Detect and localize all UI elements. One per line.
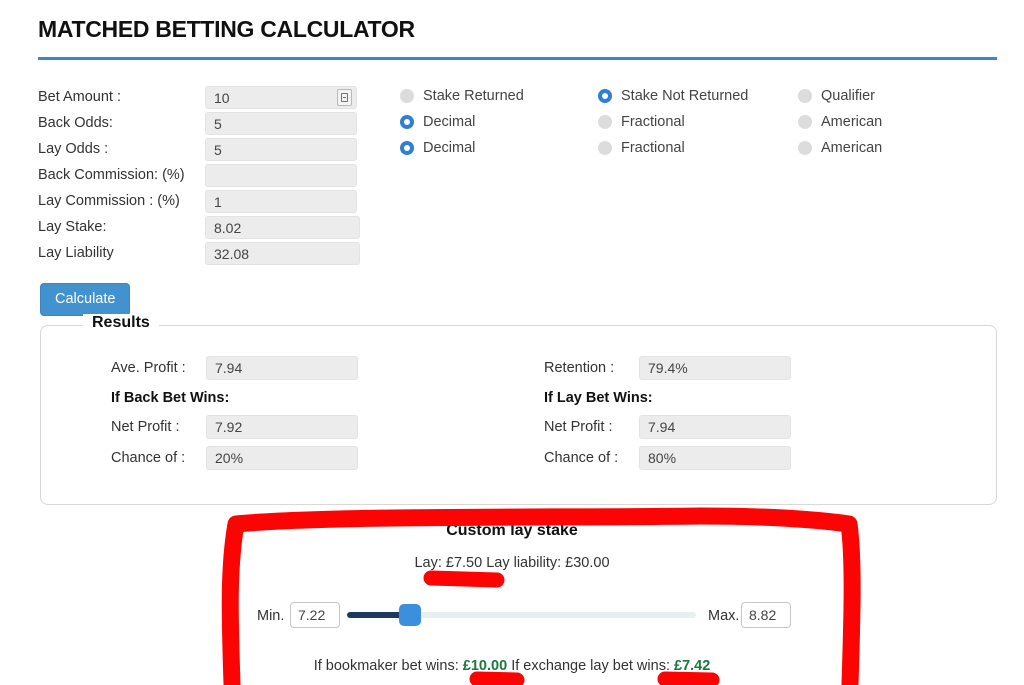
red-annotation-overlay [221,507,861,685]
annotation-box [221,507,861,685]
annotation-underline-bookmaker [469,671,525,685]
annotation-underline-lay [423,570,505,588]
matched-betting-calculator-page: MATCHED BETTING CALCULATOR Bet Amount :B… [0,0,1024,685]
annotation-underline-exchange [657,671,720,685]
